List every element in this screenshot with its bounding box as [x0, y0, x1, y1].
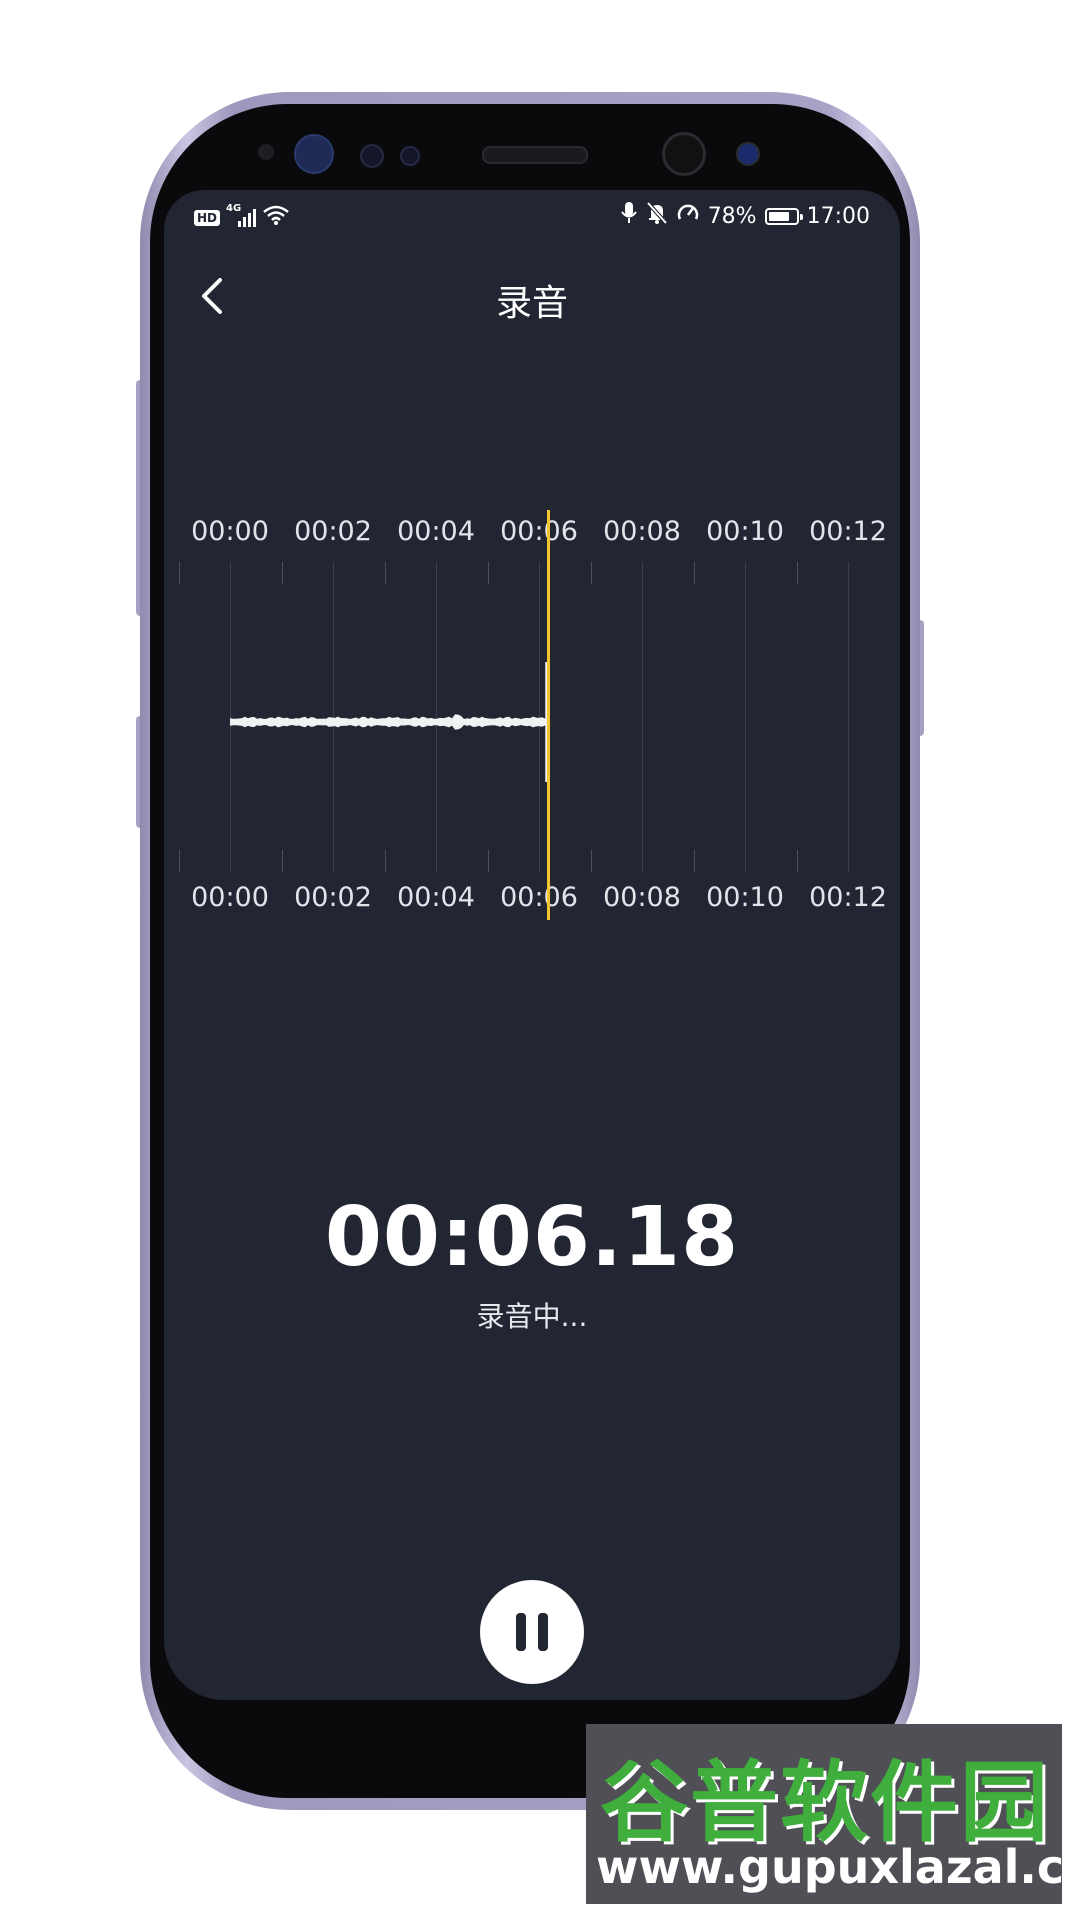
page-title: 录音 — [495, 283, 568, 324]
stage: HD 4G 78% 17:00 录音 00:00 00:02 00:04 00:… — [0, 0, 1080, 1920]
pause-icon — [538, 1613, 548, 1651]
front-camera-icon — [736, 142, 760, 166]
battery-percent: 78% — [707, 203, 757, 229]
bell-muted-icon — [646, 201, 668, 231]
signal-4g-icon: 4G — [226, 203, 257, 229]
sensor-dot-icon — [400, 146, 420, 166]
header-bar: 录音 — [164, 250, 900, 340]
wifi-icon — [262, 204, 290, 232]
pause-button[interactable] — [480, 1580, 584, 1684]
recorded-waveform — [230, 662, 548, 782]
elapsed-timer: 00:06.18 — [324, 1190, 740, 1285]
sensor-dot-icon — [258, 144, 274, 160]
clock: 17:00 — [806, 203, 870, 229]
recording-status: 录音中... — [476, 1300, 588, 1333]
front-camera-icon — [662, 132, 706, 176]
waveform-timeline[interactable]: 00:00 00:02 00:04 00:06 00:08 00:10 00:12 00:00… — [164, 510, 900, 930]
waveform-envelope — [230, 714, 548, 730]
pause-icon — [516, 1613, 526, 1651]
watermark: 谷普软件园 www.gupuxlazal.com — [586, 1724, 1080, 1904]
speed-icon — [676, 201, 700, 231]
status-right: 78% 17:00 — [620, 201, 870, 231]
playhead-cursor[interactable] — [547, 510, 551, 920]
app-screen: HD 4G 78% 17:00 录音 00:00 00:02 00:04 00:… — [164, 190, 900, 1700]
sensor-dot-icon — [360, 144, 384, 168]
status-bar: HD 4G 78% 17:00 — [164, 190, 900, 242]
battery-icon — [764, 207, 803, 225]
microphone-icon — [620, 201, 638, 231]
earpiece-speaker — [482, 146, 588, 164]
battery-level — [768, 211, 789, 221]
watermark-url: www.gupuxlazal.com — [596, 1840, 1080, 1894]
iris-scanner-icon — [294, 134, 334, 174]
status-left: HD 4G — [194, 203, 290, 232]
hd-badge: HD — [194, 210, 221, 226]
